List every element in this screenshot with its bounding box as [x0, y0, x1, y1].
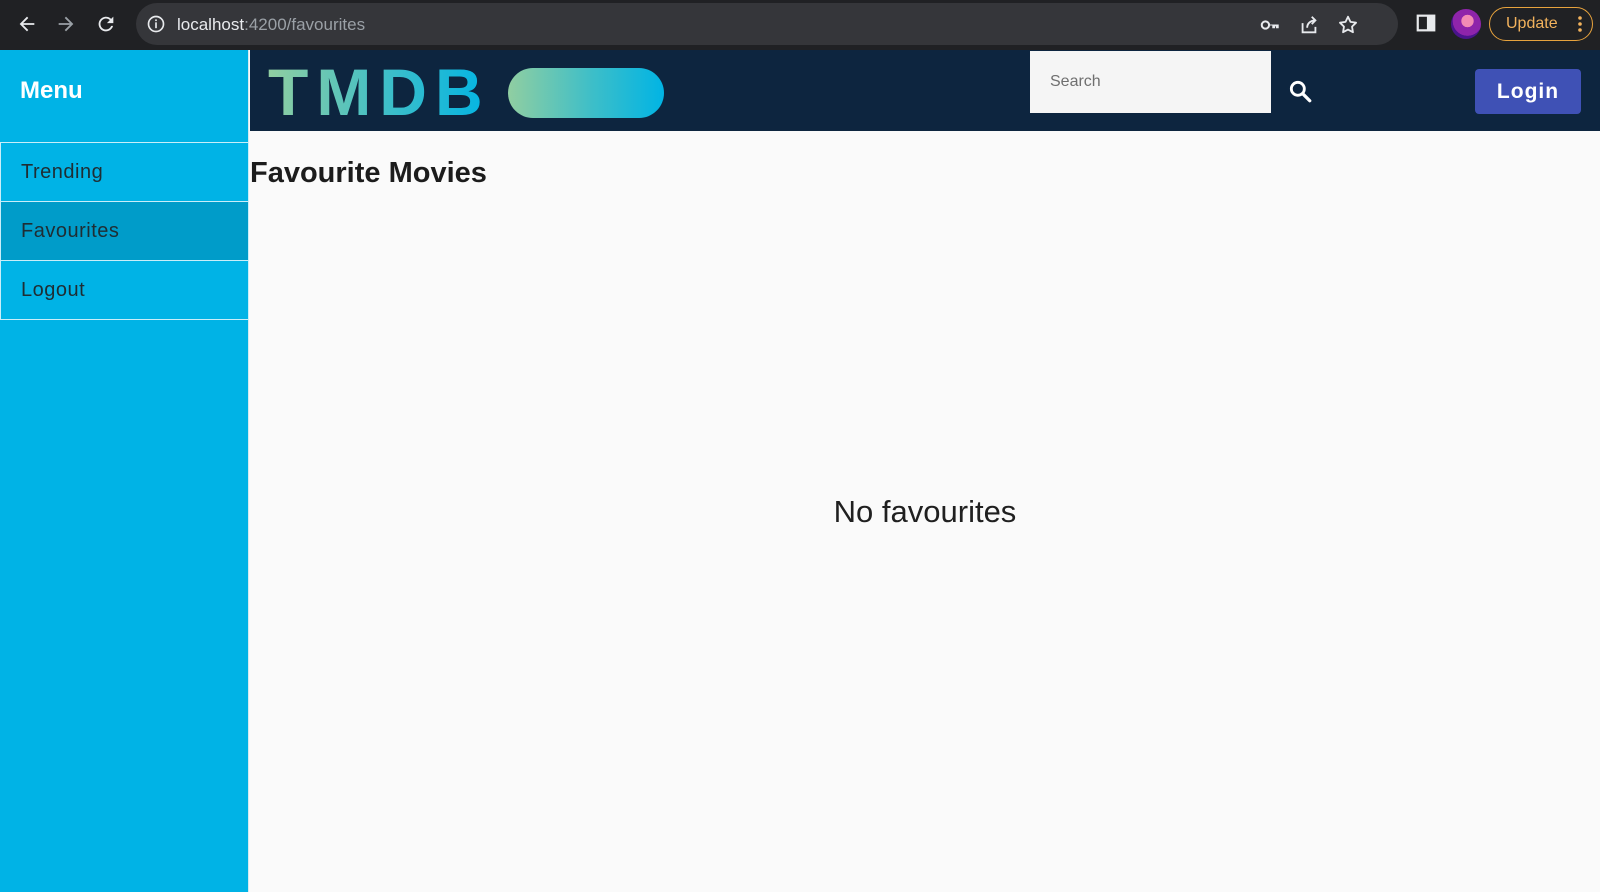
update-label: Update [1506, 15, 1558, 32]
page-title: Favourite Movies [250, 157, 487, 189]
sidebar-item-label: Logout [21, 278, 86, 301]
sidebar-item-label: Favourites [21, 219, 120, 242]
reload-icon [98, 16, 114, 32]
sidebar: Menu Trending Favourites Logout [0, 50, 249, 892]
profile-avatar[interactable] [1451, 9, 1481, 39]
side-panel-icon[interactable] [1415, 12, 1437, 34]
url-text[interactable]: localhost:4200/favourites [177, 15, 365, 35]
forward-button[interactable] [51, 9, 81, 39]
more-vert-icon [1578, 16, 1582, 32]
browser-toolbar: localhost:4200/favourites Update [0, 0, 1600, 50]
tmdb-logo[interactable]: TMDB [268, 61, 664, 121]
back-button[interactable] [12, 9, 42, 39]
empty-state-message: No favourites [833, 494, 1017, 529]
sidebar-item-favourites[interactable]: Favourites [0, 201, 249, 261]
back-arrow-icon [19, 16, 35, 32]
sidebar-item-logout[interactable]: Logout [0, 260, 249, 320]
address-bar[interactable]: localhost:4200/favourites [136, 3, 1398, 45]
sidebar-item-trending[interactable]: Trending [0, 142, 249, 202]
url-path: :4200/favourites [244, 15, 366, 34]
info-icon[interactable] [146, 14, 166, 34]
reload-button[interactable] [91, 9, 121, 39]
star-icon[interactable] [1337, 14, 1359, 36]
search-icon [1289, 80, 1312, 103]
search-input[interactable] [1030, 51, 1271, 113]
update-button[interactable]: Update [1489, 7, 1593, 41]
logo-text: TMDB [268, 61, 491, 121]
url-host: localhost [177, 15, 245, 34]
sidebar-list: Trending Favourites Logout [0, 142, 249, 320]
menu-title: Menu [20, 77, 83, 104]
forward-arrow-icon [58, 16, 74, 32]
search-button[interactable] [1285, 76, 1315, 106]
share-icon[interactable] [1298, 14, 1320, 36]
sidebar-item-label: Trending [21, 160, 104, 183]
logo-pill [508, 68, 664, 118]
key-icon[interactable] [1259, 14, 1281, 36]
login-button[interactable]: Login [1475, 69, 1581, 114]
